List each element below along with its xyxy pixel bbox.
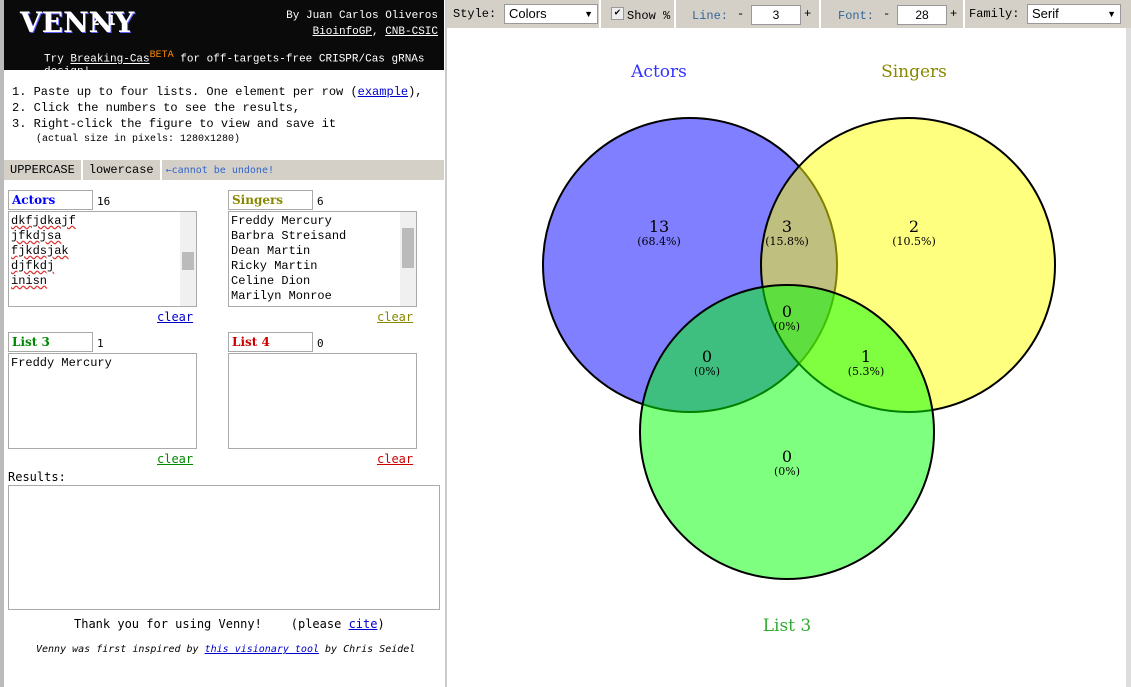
region-count-ab[interactable]: 3 — [782, 217, 792, 236]
region-count-c_only[interactable]: 0 — [782, 447, 792, 466]
list-3-count: 1 — [97, 337, 104, 350]
inspired-note: Venny was first inspired by this visiona… — [36, 644, 415, 655]
region-count-abc[interactable]: 0 — [782, 302, 792, 321]
line-increase-button[interactable]: + — [804, 7, 811, 21]
case-toolbar: UPPERCASE lowercase ←cannot be undone! — [4, 160, 444, 180]
uppercase-button[interactable]: UPPERCASE — [4, 160, 83, 180]
thanks: Thank you for using Venny! (please cite) — [74, 617, 385, 631]
step-1-end: ), — [408, 85, 423, 99]
list-3-clear[interactable]: clear — [157, 452, 193, 466]
label-singers: Singers — [881, 62, 947, 82]
step-1: 1. Paste up to four lists. One element p… — [12, 85, 358, 99]
region-percent-c_only: (0%) — [774, 465, 800, 478]
region-percent-abc: (0%) — [774, 320, 800, 333]
results-textarea[interactable] — [8, 485, 440, 610]
list-2-textarea[interactable]: Freddy Mercury Barbra Streisand Dean Mar… — [228, 211, 417, 307]
list-4-textarea[interactable] — [228, 353, 417, 449]
separator — [819, 0, 821, 28]
promo: Try Breaking-CasBETA for off-targets-fre… — [44, 50, 444, 78]
list-1-textarea[interactable]: dkfjdkajf jfkdjsa fjkdsjak djfkdj inisn — [8, 211, 197, 307]
region-percent-a_only: (68.4%) — [637, 235, 681, 248]
list-1-name[interactable]: Actors — [8, 190, 93, 210]
family-value: Serif — [1032, 6, 1059, 21]
beta-badge: BETA — [149, 50, 174, 61]
label-list-3: List 3 — [763, 616, 812, 636]
scroll-thumb[interactable] — [402, 228, 414, 268]
list-4-count: 0 — [317, 337, 324, 350]
font-decrease-button[interactable]: - — [883, 7, 890, 21]
cite-link[interactable]: cite — [349, 617, 378, 631]
breaking-cas-link[interactable]: Breaking-Cas — [70, 54, 149, 66]
paren: ) — [377, 617, 385, 631]
right-edge — [1126, 28, 1131, 687]
list-1-content: dkfjdkajf jfkdjsa fjkdsjak djfkdj inisn — [11, 214, 76, 288]
family-label: Family: — [969, 7, 1020, 21]
font-size-input[interactable]: 28 — [897, 5, 947, 25]
scrollbar[interactable] — [180, 212, 196, 306]
visionary-tool-link[interactable]: this visionary tool — [205, 644, 319, 655]
list-3-textarea[interactable]: Freddy Mercury — [8, 353, 197, 449]
separator — [674, 0, 676, 28]
list-1-count: 16 — [97, 195, 111, 208]
step-2: 2. Click the numbers to see the results, — [12, 101, 301, 115]
header: VENNY 2.1 By Juan Carlos Oliveros Bioinf… — [4, 0, 444, 78]
scrollbar[interactable] — [400, 212, 416, 306]
please-text: (please — [290, 617, 342, 631]
list-4-name[interactable]: List 4 — [228, 332, 313, 352]
list-1-clear[interactable]: clear — [157, 310, 193, 324]
undo-warning: ←cannot be undone! — [165, 165, 274, 176]
list-4-clear[interactable]: clear — [377, 452, 413, 466]
font-label: Font: — [838, 9, 875, 23]
style-value: Colors — [509, 6, 547, 21]
author: By Juan Carlos Oliveros — [286, 10, 438, 22]
credits: By Juan Carlos Oliveros BioinfoGP, CNB-C… — [286, 10, 438, 38]
show-percent-checkbox[interactable]: ✔ — [611, 7, 624, 20]
results-label: Results: — [8, 470, 66, 484]
version: 2.1 — [92, 14, 116, 29]
by-text: by Chris Seidel — [325, 644, 416, 655]
region-percent-bc: (5.3%) — [848, 365, 885, 378]
step-3: 3. Right-click the figure to view and sa… — [12, 117, 337, 131]
list-2-count: 6 — [317, 195, 324, 208]
region-percent-b_only: (10.5%) — [892, 235, 936, 248]
cnb-csic-link[interactable]: CNB-CSIC — [385, 26, 438, 38]
logo: VENNY — [20, 6, 135, 39]
list-2-name[interactable]: Singers — [228, 190, 313, 210]
line-decrease-button[interactable]: - — [737, 7, 744, 21]
lowercase-button[interactable]: lowercase — [83, 160, 162, 180]
separator — [963, 0, 965, 28]
region-count-a_only[interactable]: 13 — [649, 217, 669, 236]
style-label: Style: — [453, 7, 497, 21]
line-width-input[interactable]: 3 — [751, 5, 801, 25]
region-percent-ab: (15.8%) — [765, 235, 809, 248]
thanks-text: Thank you for using Venny! — [74, 617, 262, 631]
instructions: 1. Paste up to four lists. One element p… — [12, 84, 422, 148]
font-increase-button[interactable]: + — [950, 7, 957, 21]
inspired-text: Venny was first inspired by — [36, 644, 199, 655]
list-3-name[interactable]: List 3 — [8, 332, 93, 352]
bioinfogp-link[interactable]: BioinfoGP — [313, 26, 372, 38]
figure-toolbar: Style: Colors ▼ ✔ Show % Line: - 3 + Font… — [447, 0, 1131, 28]
region-percent-ac: (0%) — [694, 365, 720, 378]
chevron-down-icon: ▼ — [1107, 9, 1116, 19]
scroll-thumb[interactable] — [182, 252, 194, 270]
line-label: Line: — [692, 9, 729, 23]
list-2-clear[interactable]: clear — [377, 310, 413, 324]
list-2-content: Freddy Mercury Barbra Streisand Dean Mar… — [231, 214, 347, 303]
label-actors: Actors — [630, 62, 687, 82]
region-count-bc[interactable]: 1 — [861, 347, 871, 366]
size-note: (actual size in pixels: 1280x1280) — [36, 134, 241, 145]
family-select[interactable]: Serif ▼ — [1027, 4, 1121, 24]
region-count-b_only[interactable]: 2 — [909, 217, 919, 236]
promo-text: Try — [44, 53, 64, 66]
style-select[interactable]: Colors ▼ — [504, 4, 598, 24]
region-count-ac[interactable]: 0 — [702, 347, 712, 366]
separator — [599, 0, 601, 28]
show-percent-label: Show % — [627, 9, 671, 23]
venn-diagram[interactable]: Actors Singers List 3 13(68.4%) 3(15.8%) 2… — [447, 28, 1126, 687]
example-link[interactable]: example — [358, 85, 408, 99]
chevron-down-icon: ▼ — [584, 9, 593, 19]
